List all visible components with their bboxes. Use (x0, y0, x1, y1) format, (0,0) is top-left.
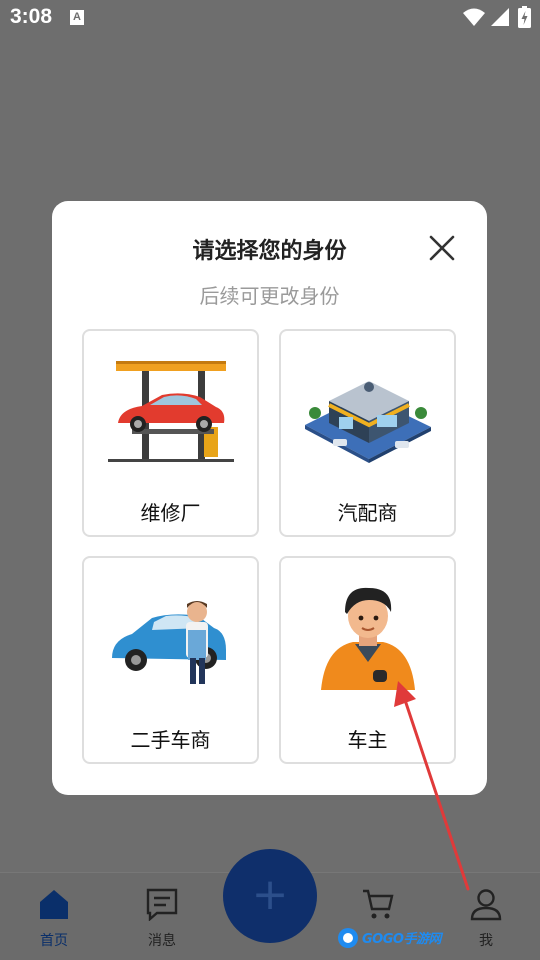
home-icon (40, 890, 68, 919)
option-label: 维修厂 (140, 501, 201, 525)
option-label: 二手车商 (130, 728, 211, 752)
dialog-title: 请选择您的身份 (192, 239, 347, 264)
option-used-car-dealer[interactable]: 二手车商 (82, 556, 259, 764)
battery-charging-icon (518, 6, 531, 28)
auto-parts-store-image (305, 381, 431, 463)
nav-label: 首页 (40, 933, 68, 949)
add-button[interactable]: + (223, 849, 317, 943)
car-lift-image (108, 361, 234, 462)
plus-icon: + (251, 869, 289, 920)
option-repair-shop[interactable]: 维修厂 (82, 329, 259, 537)
signal-icon (491, 8, 509, 26)
watermark-text: GOGO手游网 (362, 932, 441, 947)
watermark: GOGO手游网 (336, 926, 444, 950)
message-icon (146, 888, 178, 921)
dialog-subtitle: 后续可更改身份 (199, 284, 340, 308)
status-bar: 3:08 A (0, 0, 540, 36)
option-label: 汽配商 (337, 501, 398, 525)
close-icon[interactable] (425, 231, 459, 265)
watermark-logo-icon (338, 928, 358, 948)
annotation-arrow (394, 681, 470, 891)
option-parts-dealer[interactable]: 汽配商 (279, 329, 456, 537)
used-car-dealer-image (112, 601, 226, 684)
status-time: 3:08 (10, 5, 53, 28)
wifi-icon (463, 8, 485, 26)
notification-a-icon: A (70, 10, 84, 25)
nav-messages[interactable]: 消息 (122, 873, 202, 960)
nav-label: 消息 (148, 933, 176, 949)
nav-home[interactable]: 首页 (14, 873, 94, 960)
nav-label: 我 (479, 933, 493, 949)
